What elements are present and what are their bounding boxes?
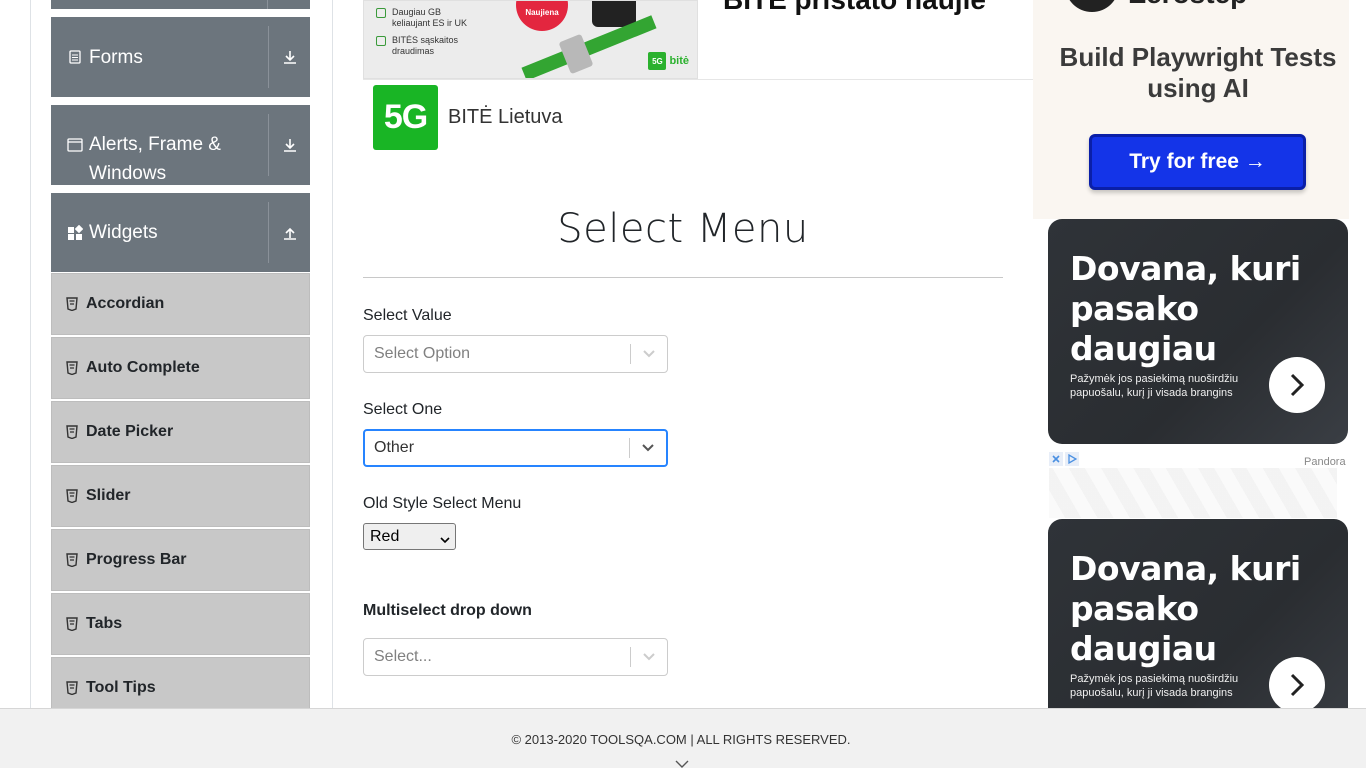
sidebar-item-progress-bar[interactable]: Progress Bar bbox=[51, 529, 310, 591]
ad-new-badge: Naujiena bbox=[516, 1, 568, 31]
sidebar-item-label: Progress Bar bbox=[86, 551, 187, 568]
chevron-right-icon[interactable] bbox=[1269, 657, 1325, 708]
sidebar-group-label: Forms bbox=[89, 46, 143, 68]
old-style-select-value: Red bbox=[370, 527, 400, 545]
download-icon[interactable] bbox=[268, 114, 310, 176]
sidebar-group-label-line1: Alerts, Frame & bbox=[89, 134, 221, 155]
sidebar-item-slider[interactable]: Slider bbox=[51, 465, 310, 527]
copyright-text: © 2013-2020 TOOLSQA.COM | ALL RIGHTS RES… bbox=[511, 732, 851, 747]
chevron-right-icon[interactable] bbox=[1269, 357, 1325, 413]
ad-logo-mark bbox=[1065, 0, 1119, 12]
chevron-down-icon[interactable] bbox=[631, 349, 667, 359]
right-ad-column: Zerostep Build Playwright Tests using AI… bbox=[1033, 0, 1366, 708]
sidebar-group-widgets[interactable]: Widgets bbox=[51, 193, 310, 272]
download-icon[interactable] bbox=[268, 26, 310, 88]
window-icon bbox=[67, 137, 83, 153]
chevron-down-icon[interactable] bbox=[675, 756, 689, 768]
ad-heading: Build Playwright Tests using AI bbox=[1059, 42, 1337, 103]
ad-feature-line: BITĖS sąskaitos draudimas bbox=[376, 35, 476, 57]
select-one-label: Select One bbox=[363, 401, 443, 418]
try-for-free-button[interactable]: Try for free → bbox=[1089, 134, 1306, 190]
sidebar-item-tabs[interactable]: Tabs bbox=[51, 593, 310, 655]
select-one-value: Other bbox=[374, 439, 415, 456]
ad-card-heading: Dovana, kuri pasako daugiau bbox=[1070, 549, 1301, 668]
pandora-ad-card[interactable]: Dovana, kuri pasako daugiau Pažymėk jos … bbox=[1048, 519, 1348, 708]
old-style-select-label: Old Style Select Menu bbox=[363, 495, 522, 512]
ad-brand-row[interactable]: 5G BITĖ Lietuva bbox=[373, 85, 563, 150]
ad-card-heading: Dovana, kuri pasako daugiau bbox=[1070, 249, 1301, 368]
select-value-label: Select Value bbox=[363, 307, 452, 324]
page-title: Select Menu bbox=[557, 206, 809, 252]
html5-icon bbox=[66, 425, 78, 439]
sidebar-item-tool-tips[interactable]: Tool Tips bbox=[51, 657, 310, 708]
old-style-select[interactable]: Red bbox=[363, 523, 456, 550]
widgets-icon bbox=[67, 224, 83, 241]
sidebar-item-auto-complete[interactable]: Auto Complete bbox=[51, 337, 310, 399]
brand-logo: 5G bbox=[373, 85, 438, 150]
ad-feature-list: Daugiau GB keliaujant ES ir UK BITĖS sąs… bbox=[376, 7, 476, 63]
html5-icon bbox=[66, 553, 78, 567]
title-divider bbox=[363, 277, 1003, 278]
sidebar-item-label: Tabs bbox=[86, 615, 123, 632]
select-value-dropdown[interactable]: Select Option bbox=[363, 335, 668, 373]
sidebar-item-label: Date Picker bbox=[86, 423, 174, 440]
sidebar-item-label: Auto Complete bbox=[86, 359, 200, 376]
multiselect-label: Multiselect drop down bbox=[363, 602, 532, 619]
adchoices-icon[interactable] bbox=[1065, 452, 1079, 466]
brand-name: BITĖ Lietuva bbox=[448, 106, 563, 128]
sidebar-item-accordian[interactable]: Accordian bbox=[51, 273, 310, 335]
sidebar-item-label: Tool Tips bbox=[86, 679, 156, 696]
sidebar-item-label: Slider bbox=[86, 487, 131, 504]
close-icon[interactable] bbox=[1049, 452, 1063, 466]
html5-icon bbox=[66, 489, 78, 503]
ad-brand-text: Zerostep bbox=[1129, 0, 1247, 10]
ad-feature-line: Daugiau GB keliaujant ES ir UK bbox=[376, 7, 476, 29]
html5-icon bbox=[66, 297, 78, 311]
top-banner-ad[interactable]: Daugiau GB keliaujant ES ir UK BITĖS sąs… bbox=[363, 0, 698, 79]
multiselect-dropdown[interactable]: Select... bbox=[363, 638, 668, 676]
ad-card-body: Pažymėk jos pasiekimą nuoširdžiu papuoša… bbox=[1070, 373, 1239, 399]
sidebar-group-forms[interactable]: Forms bbox=[51, 17, 310, 97]
widgets-menu-list: Accordian Auto Complete Date Picker Slid… bbox=[51, 273, 310, 708]
upload-icon[interactable] bbox=[268, 202, 310, 263]
ad-divider bbox=[363, 79, 1033, 80]
html5-icon bbox=[66, 681, 78, 695]
ad-card-body: Pažymėk jos pasiekimą nuoširdžiu papuoša… bbox=[1070, 673, 1239, 699]
html5-icon bbox=[66, 617, 78, 631]
sidebar-group-label-line2: Windows bbox=[89, 163, 167, 184]
document-icon bbox=[67, 49, 83, 65]
multiselect-placeholder: Select... bbox=[374, 648, 432, 665]
page-footer: © 2013-2020 TOOLSQA.COM | ALL RIGHTS RES… bbox=[0, 708, 1366, 768]
ad-headline[interactable]: BITĖ pristato naujie bbox=[723, 0, 986, 16]
chevron-down-icon[interactable] bbox=[630, 443, 666, 453]
sidebar-item-date-picker[interactable]: Date Picker bbox=[51, 401, 310, 463]
chevron-down-icon bbox=[440, 531, 450, 549]
select-one-dropdown[interactable]: Other bbox=[363, 429, 668, 467]
ad-choices[interactable] bbox=[1049, 452, 1079, 466]
select-value-placeholder: Select Option bbox=[374, 345, 471, 362]
ad-bite-logo: 5G bitė bbox=[648, 52, 689, 70]
html5-icon bbox=[66, 361, 78, 375]
ad-advertiser-label: Pandora bbox=[1304, 456, 1346, 468]
pandora-ad-card[interactable]: Dovana, kuri pasako daugiau Pažymėk jos … bbox=[1048, 219, 1348, 444]
sidebar-group-label: Widgets bbox=[89, 222, 158, 243]
sidebar-item-label: Accordian bbox=[86, 295, 165, 312]
playwright-ad[interactable]: Zerostep Build Playwright Tests using AI… bbox=[1033, 0, 1349, 219]
left-sidebar: Forms Alerts, Frame & Windows Widgets Ac… bbox=[30, 0, 333, 708]
sidebar-group-collapsed-stub[interactable] bbox=[51, 0, 310, 9]
main-content: Daugiau GB keliaujant ES ir UK BITĖS sąs… bbox=[363, 0, 1033, 708]
chevron-down-icon[interactable] bbox=[631, 652, 667, 662]
ad-background-pattern bbox=[1049, 468, 1337, 518]
sidebar-group-alerts-frame-windows[interactable]: Alerts, Frame & Windows bbox=[51, 105, 310, 185]
